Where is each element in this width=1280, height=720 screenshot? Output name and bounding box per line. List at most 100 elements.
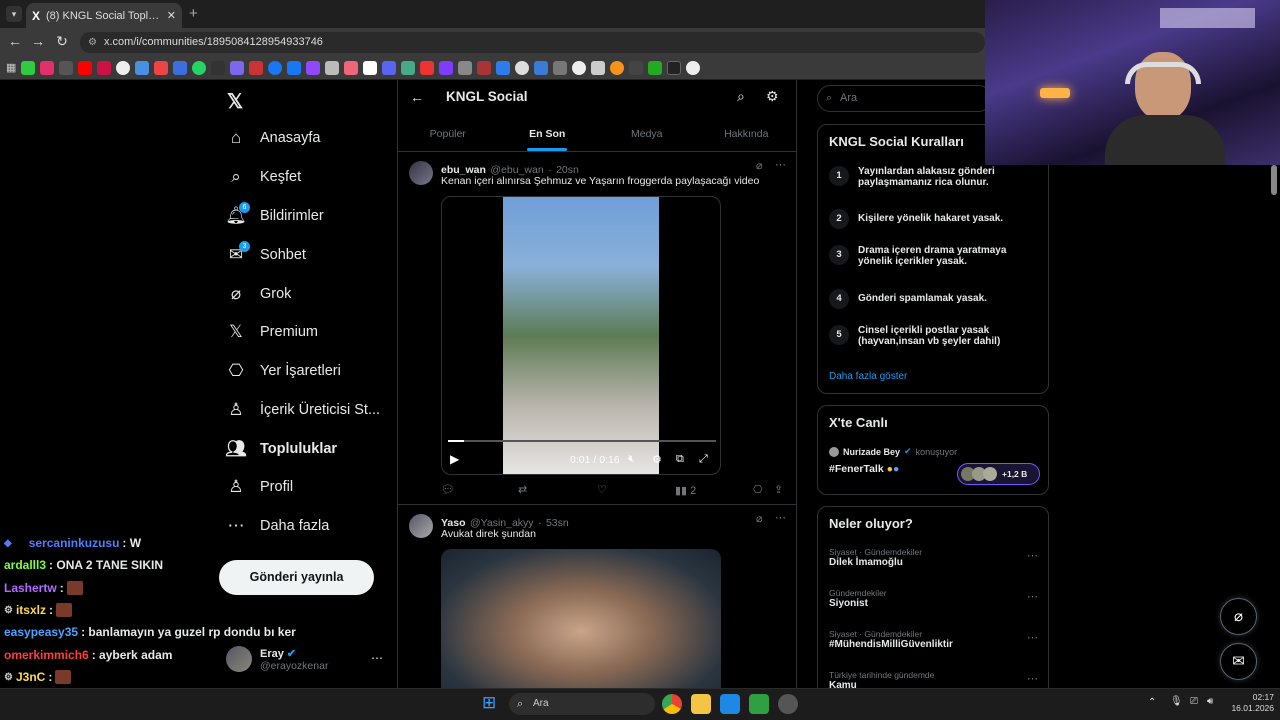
page-scrollbar[interactable] [1271, 165, 1277, 195]
x-logo-icon[interactable]: 𝕏 [227, 89, 243, 114]
bookmark-icon-18[interactable] [344, 60, 359, 75]
site-info-icon[interactable]: ⚙ [88, 32, 97, 53]
system-clock[interactable]: 02:17 16.01.2026 [1222, 692, 1274, 714]
live-host-row[interactable]: Nurizade Bey ✔ konuşuyor [829, 446, 957, 457]
post-more-icon[interactable]: ⋯ [775, 511, 786, 524]
bookmark-icon-28[interactable] [534, 60, 549, 75]
bookmark-icon-21[interactable] [401, 60, 416, 75]
settings-gear-icon[interactable]: ⚙ [766, 88, 779, 105]
fullscreen-icon[interactable]: ⤢ [699, 453, 708, 466]
address-bar[interactable]: ⚙ x.com/i/communities/189508412895493374… [80, 32, 985, 53]
tab-about[interactable]: Hakkında [697, 116, 797, 151]
grok-icon[interactable]: ⌀ [756, 512, 763, 525]
bookmark-icon-15[interactable] [287, 60, 302, 75]
join-space-button[interactable]: +1,2 B [957, 463, 1040, 485]
bookmark-icon-24[interactable] [458, 60, 473, 75]
reload-icon[interactable]: ↻ [53, 33, 71, 50]
bookmark-icon-6[interactable] [116, 60, 131, 75]
bookmark-icon-30[interactable] [572, 60, 587, 75]
bookmark-icon-1[interactable] [21, 60, 36, 75]
bookmark-icon-13[interactable] [249, 60, 264, 75]
repost-icon[interactable]: ⇄ [518, 483, 527, 496]
bookmark-icon[interactable]: ⎔ [753, 483, 763, 496]
back-arrow-icon[interactable]: ← [410, 89, 424, 105]
microphone-icon[interactable]: 🎙︎ [1170, 696, 1183, 707]
browser-tab[interactable]: X (8) KNGL Social Topluluk / X ✕ [26, 3, 182, 28]
bookmark-icon-33[interactable] [629, 60, 644, 75]
author-avatar[interactable] [409, 514, 433, 538]
back-icon[interactable]: ← [6, 33, 24, 49]
file-explorer-icon[interactable] [691, 694, 711, 714]
bookmark-icon-20[interactable] [382, 60, 397, 75]
taskbar-search[interactable]: ⌕ Ara [509, 693, 655, 715]
nav-chat[interactable]: ✉ 3 Sohbet [226, 240, 306, 270]
bookmark-icon-12[interactable] [230, 60, 245, 75]
reply-icon[interactable]: 💬︎ [441, 483, 455, 496]
nav-premium[interactable]: 𝕏 Premium [226, 317, 318, 347]
bookmark-icon-17[interactable] [325, 60, 340, 75]
nav-explore[interactable]: ⌕ Keşfet [226, 162, 301, 192]
grok-fab-icon[interactable]: ⌀ [1220, 598, 1257, 635]
tab-popular[interactable]: Popüler [398, 116, 498, 151]
nav-profile[interactable]: ♙ Profil [226, 472, 293, 502]
trend-more-icon[interactable]: ⋯ [1027, 590, 1038, 603]
bookmark-icon-19[interactable] [363, 60, 378, 75]
bookmark-icon-4[interactable] [78, 60, 93, 75]
nav-creator-studio[interactable]: ♙ İçerik Üreticisi St... [226, 395, 380, 425]
bookmark-icon-2[interactable] [40, 60, 55, 75]
volume-icon[interactable]: 🔊︎ [1207, 696, 1213, 707]
post-button[interactable]: Gönderi yayınla [219, 560, 374, 595]
app-icon[interactable] [749, 694, 769, 714]
like-icon[interactable]: ♡ [597, 483, 607, 496]
nav-communities[interactable]: 👥︎ Topluluklar [225, 434, 337, 464]
bookmark-icon-31[interactable] [591, 60, 606, 75]
grok-icon[interactable]: ⌀ [756, 159, 763, 172]
show-more-link[interactable]: Daha fazla göster [829, 371, 907, 382]
bookmark-icon-32[interactable] [610, 60, 625, 75]
trend-item[interactable]: Siyaset · Gündemdekiler Dilek İmamoğlu ⋯ [829, 547, 1039, 568]
trend-more-icon[interactable]: ⋯ [1027, 631, 1038, 644]
close-tab-icon[interactable]: ✕ [167, 9, 176, 22]
mute-icon[interactable]: 🔇︎ [628, 453, 635, 466]
bookmark-icon-35[interactable] [667, 60, 682, 75]
post-time[interactable]: 53sn [546, 517, 569, 529]
tab-latest[interactable]: En Son [498, 116, 598, 151]
views-icon[interactable]: ▮▮ 2 [675, 484, 696, 497]
post[interactable]: Yaso @Yasin_akyy · 53sn ⌀ ⋯ Avukat direk… [398, 506, 796, 688]
account-more-icon[interactable]: ⋯ [371, 651, 383, 665]
picture-in-picture-icon[interactable]: ⧉ [676, 453, 684, 466]
post[interactable]: ebu_wan @ebu_wan · 20sn ⌀ ⋯ Kenan içeri … [398, 153, 796, 505]
video-settings-icon[interactable]: ⚙ [652, 453, 662, 466]
author-avatar[interactable] [409, 161, 433, 185]
bookmark-icon-25[interactable] [477, 60, 492, 75]
bookmark-icon-36[interactable] [686, 60, 701, 75]
windows-start-icon[interactable]: ⊞ [482, 693, 496, 713]
forward-icon[interactable]: → [29, 33, 47, 49]
video-seekbar[interactable] [448, 440, 716, 442]
video-player[interactable]: ▶ 0:01 / 0:16 🔇︎ ⚙ ⧉ ⤢ [441, 196, 721, 475]
nav-notifications[interactable]: 🔔︎ 6 Bildirimler [225, 201, 324, 231]
bookmark-icon-8[interactable] [154, 60, 169, 75]
bookmark-icon-3[interactable] [59, 60, 74, 75]
messages-fab-icon[interactable]: ✉ [1220, 643, 1257, 680]
live-topic-row[interactable]: #FenerTalk ●● [829, 463, 899, 475]
trend-item[interactable]: Türkiye tarihinde gündemde Kamu ⋯ [829, 670, 1039, 690]
bookmark-icon-11[interactable] [211, 60, 226, 75]
bookmark-icon-9[interactable] [173, 60, 188, 75]
play-icon[interactable]: ▶ [450, 452, 459, 466]
apps-grid-icon[interactable]: ▦ [6, 61, 16, 74]
tab-search-button[interactable]: ▾ [6, 6, 22, 22]
post-more-icon[interactable]: ⋯ [775, 158, 786, 171]
chrome-icon[interactable] [662, 694, 682, 714]
bookmark-icon-27[interactable] [515, 60, 530, 75]
bookmark-icon-16[interactable] [306, 60, 321, 75]
app-icon[interactable] [778, 694, 798, 714]
bookmark-icon-10[interactable] [192, 60, 207, 75]
trend-more-icon[interactable]: ⋯ [1027, 549, 1038, 562]
bookmark-icon-5[interactable] [97, 60, 112, 75]
bookmark-icon-29[interactable] [553, 60, 568, 75]
trend-item[interactable]: Gündemdekiler Siyonist ⋯ [829, 588, 1039, 609]
nav-bookmarks[interactable]: ⎔ Yer İşaretleri [226, 356, 341, 386]
share-icon[interactable]: ⇪ [774, 483, 783, 496]
search-input[interactable]: ⌕ Ara [817, 85, 992, 112]
